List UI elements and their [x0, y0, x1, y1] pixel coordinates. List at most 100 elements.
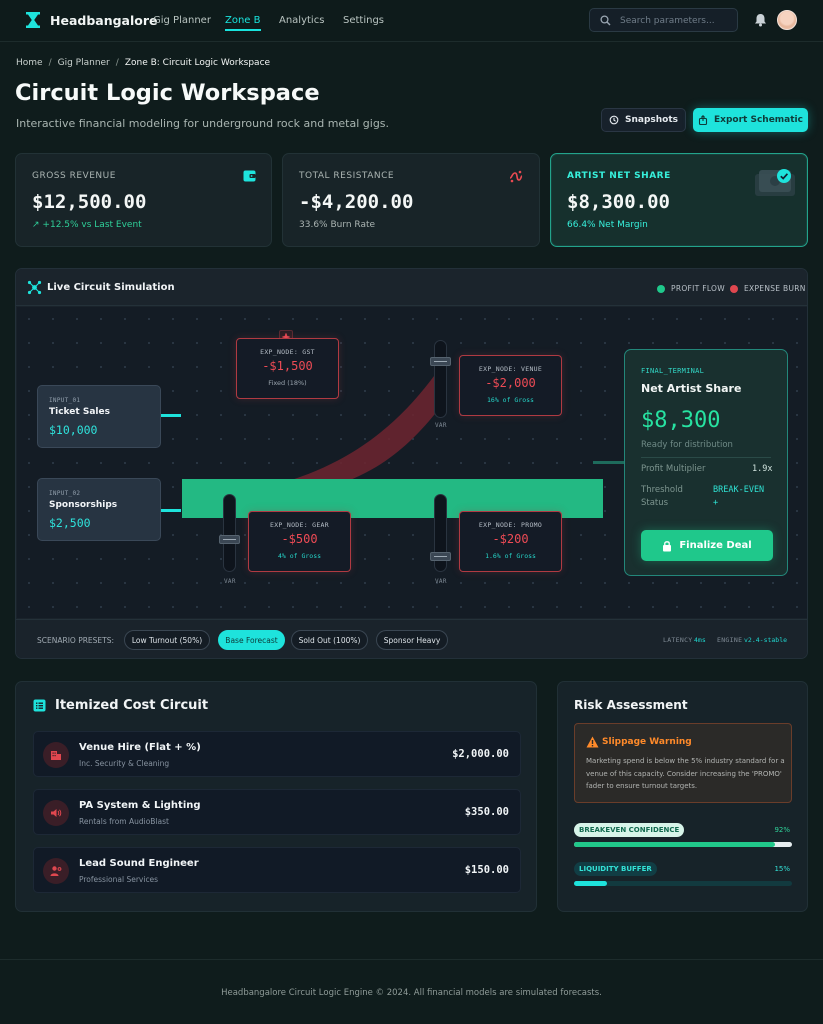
search-input[interactable] — [620, 12, 732, 29]
venue-fader[interactable] — [430, 340, 451, 418]
terminal-note: Ready for distribution — [641, 440, 733, 450]
latency-value: 4ms — [694, 636, 706, 644]
breadcrumb-current: Zone B: Circuit Logic Workspace — [124, 58, 271, 68]
divider — [641, 457, 771, 458]
breadcrumb-home[interactable]: Home — [16, 58, 43, 68]
legend-label: PROFIT FLOW — [671, 284, 725, 293]
history-icon — [609, 115, 619, 125]
threshold-label: Threshold — [641, 485, 683, 495]
circuit-canvas: INPUT_01 Ticket Sales $10,000 INPUT_02 S… — [17, 307, 807, 618]
engineer-icon — [43, 858, 69, 884]
node-note: 16% of Gross — [487, 396, 534, 404]
promo-fader[interactable] — [430, 494, 451, 572]
stat-meta: 33.6% Burn Rate — [299, 220, 376, 230]
money-verified-icon — [755, 169, 795, 196]
preset-sponsor-heavy[interactable]: Sponsor Heavy — [376, 630, 448, 650]
bell-icon[interactable] — [754, 13, 767, 27]
legend-dot — [730, 284, 738, 293]
stat-meta-text: +12.5% vs Last Event — [42, 220, 142, 230]
preset-low-turnout[interactable]: Low Turnout (50%) — [124, 630, 210, 650]
breadcrumb-separator: / — [48, 58, 52, 68]
export-label: Export Schematic — [714, 115, 803, 125]
node-id: INPUT_02 — [49, 490, 81, 497]
cost-amount: $150.00 — [464, 864, 509, 876]
threshold-value: BREAK-EVEN — [713, 485, 765, 495]
scenario-presets-bar: SCENARIO PRESETS: Low Turnout (50%) Base… — [16, 619, 807, 658]
final-terminal-card: FINAL_TERMINAL Net Artist Share $8,300 R… — [624, 349, 788, 576]
expense-node-promo[interactable]: EXP_NODE: PROMO -$200 1.6% of Gross — [459, 511, 562, 572]
cost-sub: Rentals from AudioBlast — [79, 817, 169, 826]
receipt-icon — [33, 699, 46, 712]
stat-value: $12,500.00 — [32, 191, 147, 213]
cost-item-pa-system[interactable]: PA System & Lighting Rentals from AudioB… — [33, 789, 521, 835]
expense-node-gst[interactable]: EXP_NODE: GST -$1,500 Fixed (18%) — [236, 338, 339, 399]
threshold-label: Status — [641, 498, 669, 508]
expense-node-gear[interactable]: EXP_NODE: GEAR -$500 4% of Gross — [248, 511, 351, 572]
gear-fader[interactable] — [219, 494, 240, 572]
node-id: EXP_NODE: GST — [260, 348, 315, 356]
gross-revenue-card: GROSS REVENUE $12,500.00 ↗ +12.5% vs Las… — [15, 153, 272, 247]
terminal-value: $8,300 — [641, 408, 721, 433]
breadcrumb-gig-planner[interactable]: Gig Planner — [58, 58, 110, 68]
fader-handle[interactable] — [430, 357, 451, 366]
lock-icon — [663, 540, 672, 551]
warning-icon — [586, 736, 599, 748]
avatar[interactable] — [777, 10, 797, 30]
stat-value: $8,300.00 — [567, 191, 670, 213]
legend-profit-flow: PROFIT FLOW — [657, 284, 725, 293]
artist-net-share-card: ARTIST NET SHARE $8,300.00 66.4% Net Mar… — [550, 153, 808, 247]
meter-percent: 92% — [774, 826, 790, 834]
panel-header: Live Circuit Simulation PROFIT FLOW EXPE… — [16, 269, 807, 306]
preset-sold-out[interactable]: Sold Out (100%) — [291, 630, 368, 650]
input-node-sponsorships[interactable]: INPUT_02 Sponsorships $2,500 — [37, 478, 161, 541]
nav-analytics[interactable]: Analytics — [279, 15, 324, 26]
input-node-ticket-sales[interactable]: INPUT_01 Ticket Sales $10,000 — [37, 385, 161, 448]
footer-text: Headbangalore Circuit Logic Engine © 202… — [221, 988, 602, 998]
nav-settings[interactable]: Settings — [343, 15, 384, 26]
cost-sub: Professional Services — [79, 875, 159, 884]
meter-label: LIQUIDITY BUFFER — [574, 862, 657, 876]
cost-item-sound-engineer[interactable]: Lead Sound Engineer Professional Service… — [33, 847, 521, 893]
fader-label: VAR — [224, 578, 236, 585]
cost-amount: $2,000.00 — [452, 748, 509, 760]
warning-text: Marketing spend is below the 5% industry… — [586, 757, 785, 790]
node-value: -$2,000 — [485, 376, 536, 390]
nav-zone-b[interactable]: Zone B — [225, 15, 261, 31]
nav-gig-planner[interactable]: Gig Planner — [153, 15, 211, 26]
stat-label: ARTIST NET SHARE — [567, 171, 671, 181]
liquidity-meter-fill — [574, 881, 607, 886]
stat-label: GROSS REVENUE — [32, 171, 116, 181]
fader-handle[interactable] — [430, 552, 451, 561]
preset-base-forecast[interactable]: Base Forecast — [218, 630, 285, 650]
panel-title: Live Circuit Simulation — [47, 282, 175, 293]
finalize-deal-button[interactable]: Finalize Deal — [641, 530, 773, 561]
terminal-title: Net Artist Share — [641, 382, 742, 395]
breakeven-meter-fill — [574, 842, 775, 847]
expense-node-venue[interactable]: EXP_NODE: VENUE -$2,000 16% of Gross — [459, 355, 562, 416]
node-value: -$1,500 — [262, 359, 313, 373]
slippage-warning: Slippage Warning Marketing spend is belo… — [574, 723, 792, 803]
snapshots-button[interactable]: Snapshots — [601, 108, 686, 132]
building-icon — [43, 742, 69, 768]
node-note: 4% of Gross — [277, 552, 322, 560]
stat-meta: ↗ +12.5% vs Last Event — [32, 220, 142, 230]
risk-assessment-card: Risk Assessment Slippage Warning Marketi… — [557, 681, 808, 912]
legend-expense-burn: EXPENSE BURN — [730, 284, 806, 293]
cost-amount: $350.00 — [464, 806, 509, 818]
engine-value: v2.4-stable — [744, 636, 788, 644]
legend-dot — [657, 284, 665, 293]
export-schematic-button[interactable]: Export Schematic — [693, 108, 808, 132]
warning-title: Slippage Warning — [602, 737, 692, 747]
search-box[interactable] — [589, 8, 738, 32]
node-value: $2,500 — [49, 516, 91, 530]
presets-label: SCENARIO PRESETS: — [37, 636, 115, 645]
node-value: -$500 — [281, 532, 318, 546]
multiplier-label: Profit Multiplier — [641, 464, 706, 474]
fader-handle[interactable] — [219, 535, 240, 544]
cost-sub: Inc. Security & Cleaning — [79, 759, 170, 768]
latency-label: LATENCY — [663, 636, 693, 644]
brand[interactable]: Headbangalore — [26, 12, 158, 28]
brand-name: Headbangalore — [50, 12, 158, 28]
legend-label: EXPENSE BURN — [744, 284, 806, 293]
cost-item-venue-hire[interactable]: Venue Hire (Flat + %) Inc. Security & Cl… — [33, 731, 521, 777]
